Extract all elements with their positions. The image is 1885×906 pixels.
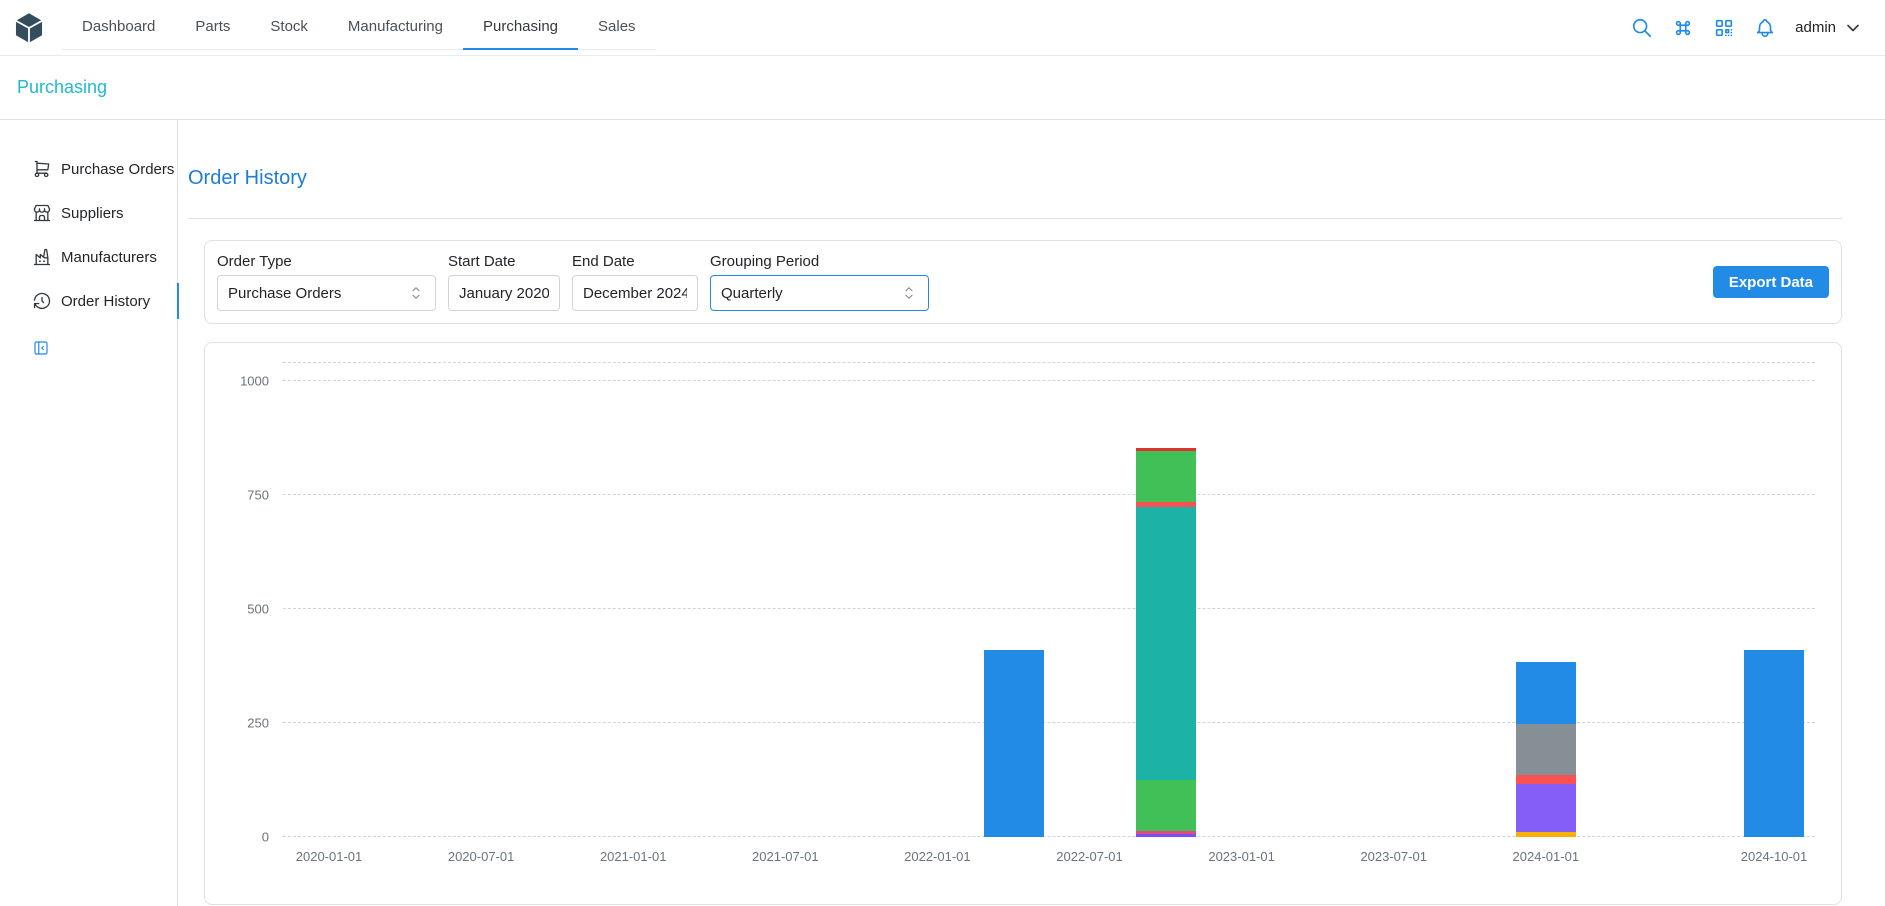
bar-2024-01-01[interactable]: [1516, 662, 1576, 837]
nav-tab-parts[interactable]: Parts: [175, 5, 250, 50]
order-type-value: Purchase Orders: [228, 285, 341, 302]
order-type-label: Order Type: [217, 253, 436, 270]
app-logo-icon[interactable]: [12, 10, 48, 46]
bar-segment: [1136, 780, 1196, 831]
search-icon[interactable]: [1631, 17, 1653, 39]
bar-segment: [1136, 451, 1196, 502]
sidebar-item-manufacturers[interactable]: Manufacturers: [0, 239, 177, 275]
sidebar-item-purchase-orders[interactable]: Purchase Orders: [0, 151, 177, 187]
y-axis-tick-label: 0: [262, 830, 269, 845]
order-type-select[interactable]: Purchase Orders: [217, 275, 436, 311]
username-label: admin: [1795, 19, 1836, 36]
y-axis-tick-label: 250: [247, 716, 269, 731]
bar-segment: [1516, 662, 1576, 725]
gridline: [283, 836, 1815, 837]
bell-icon[interactable]: [1754, 17, 1776, 39]
filter-panel: Order Type Purchase Orders Start Date: [204, 240, 1842, 324]
gridline: [283, 494, 1815, 495]
bar-segment: [1516, 775, 1576, 783]
sidebar-item-label: Order History: [61, 293, 150, 310]
bar-segment: [1516, 784, 1576, 832]
bar-segment: [1516, 724, 1576, 775]
bar-segment: [984, 650, 1044, 837]
x-axis-tick-label: 2023-07-01: [1360, 849, 1427, 864]
command-icon[interactable]: [1672, 17, 1694, 39]
x-axis-tick-label: 2020-01-01: [296, 849, 363, 864]
page-body: Purchase Orders Suppliers: [0, 120, 1885, 906]
bar-2022-10-01[interactable]: [1136, 448, 1196, 837]
x-axis-tick-label: 2023-01-01: [1208, 849, 1275, 864]
order-type-filter: Order Type Purchase Orders: [217, 253, 436, 311]
nav-tab-purchasing[interactable]: Purchasing: [463, 5, 578, 50]
bar-2024-10-01[interactable]: [1744, 650, 1804, 837]
top-navbar: Dashboard Parts Stock Manufacturing Purc…: [0, 0, 1885, 56]
end-date-filter: End Date: [572, 253, 698, 311]
shopping-cart-icon: [32, 159, 52, 179]
end-date-label: End Date: [572, 253, 698, 270]
purchasing-sidebar: Purchase Orders Suppliers: [0, 120, 178, 906]
bar-segment: [1136, 834, 1196, 837]
chevron-down-icon: [1843, 18, 1863, 38]
bar-segment: [1744, 650, 1804, 837]
y-axis-tick-label: 500: [247, 602, 269, 617]
grouping-period-value: Quarterly: [721, 285, 783, 302]
y-axis-tick-label: 1000: [240, 374, 269, 389]
y-axis-tick-label: 750: [247, 488, 269, 503]
building-factory-icon: [32, 247, 52, 267]
grouping-period-filter: Grouping Period Quarterly: [710, 253, 929, 311]
history-icon: [32, 291, 52, 311]
start-date-filter: Start Date: [448, 253, 560, 311]
breadcrumb-bar: Purchasing: [0, 56, 1885, 120]
main-content: Order History Order Type Purchase Orders: [178, 120, 1885, 906]
chart-panel: 0 250 500 750 1000 2020-01-01 2020-07-01 2021-0…: [204, 342, 1842, 905]
order-history-chart: 025050075010002020-01-012020-07-012021-0…: [283, 363, 1815, 837]
building-store-icon: [32, 203, 52, 223]
navbar-actions: admin: [1631, 17, 1869, 39]
x-axis-tick-label: 2021-01-01: [600, 849, 667, 864]
gridline-top: [283, 362, 1815, 363]
selector-icon: [407, 284, 425, 302]
selector-icon: [900, 284, 918, 302]
gridline: [283, 608, 1815, 609]
x-axis-tick-label: 2020-07-01: [448, 849, 515, 864]
sidebar-item-suppliers[interactable]: Suppliers: [0, 195, 177, 231]
breadcrumb[interactable]: Purchasing: [17, 77, 107, 98]
x-axis-tick-label: 2024-01-01: [1513, 849, 1580, 864]
start-date-input[interactable]: [448, 275, 560, 311]
gridline: [283, 722, 1815, 723]
x-axis-tick-label: 2022-01-01: [904, 849, 971, 864]
qr-code-icon[interactable]: [1713, 17, 1735, 39]
x-axis-tick-label: 2021-07-01: [752, 849, 819, 864]
bar-segment: [1136, 507, 1196, 780]
app-root: Dashboard Parts Stock Manufacturing Purc…: [0, 0, 1885, 906]
sidebar-collapse-icon[interactable]: [32, 339, 52, 357]
gridline: [283, 380, 1815, 381]
sidebar-item-label: Suppliers: [61, 205, 124, 222]
user-menu[interactable]: admin: [1795, 18, 1863, 38]
bar-segment: [1516, 832, 1576, 838]
nav-tab-sales[interactable]: Sales: [578, 5, 656, 50]
grouping-period-label: Grouping Period: [710, 253, 929, 270]
nav-tab-manufacturing[interactable]: Manufacturing: [328, 5, 463, 50]
main-nav-tabs: Dashboard Parts Stock Manufacturing Purc…: [62, 5, 656, 50]
bar-2022-04-01[interactable]: [984, 650, 1044, 837]
nav-tab-dashboard[interactable]: Dashboard: [62, 5, 175, 50]
start-date-label: Start Date: [448, 253, 560, 270]
end-date-input[interactable]: [572, 275, 698, 311]
page-title: Order History: [188, 166, 1842, 190]
nav-tab-stock[interactable]: Stock: [250, 5, 328, 50]
sidebar-item-order-history[interactable]: Order History: [0, 283, 177, 319]
x-axis-tick-label: 2024-10-01: [1741, 849, 1808, 864]
export-data-button[interactable]: Export Data: [1713, 266, 1829, 298]
title-divider: [188, 218, 1842, 219]
grouping-period-select[interactable]: Quarterly: [710, 275, 929, 311]
sidebar-item-label: Purchase Orders: [61, 161, 174, 178]
sidebar-item-label: Manufacturers: [61, 249, 157, 266]
x-axis-tick-label: 2022-07-01: [1056, 849, 1123, 864]
